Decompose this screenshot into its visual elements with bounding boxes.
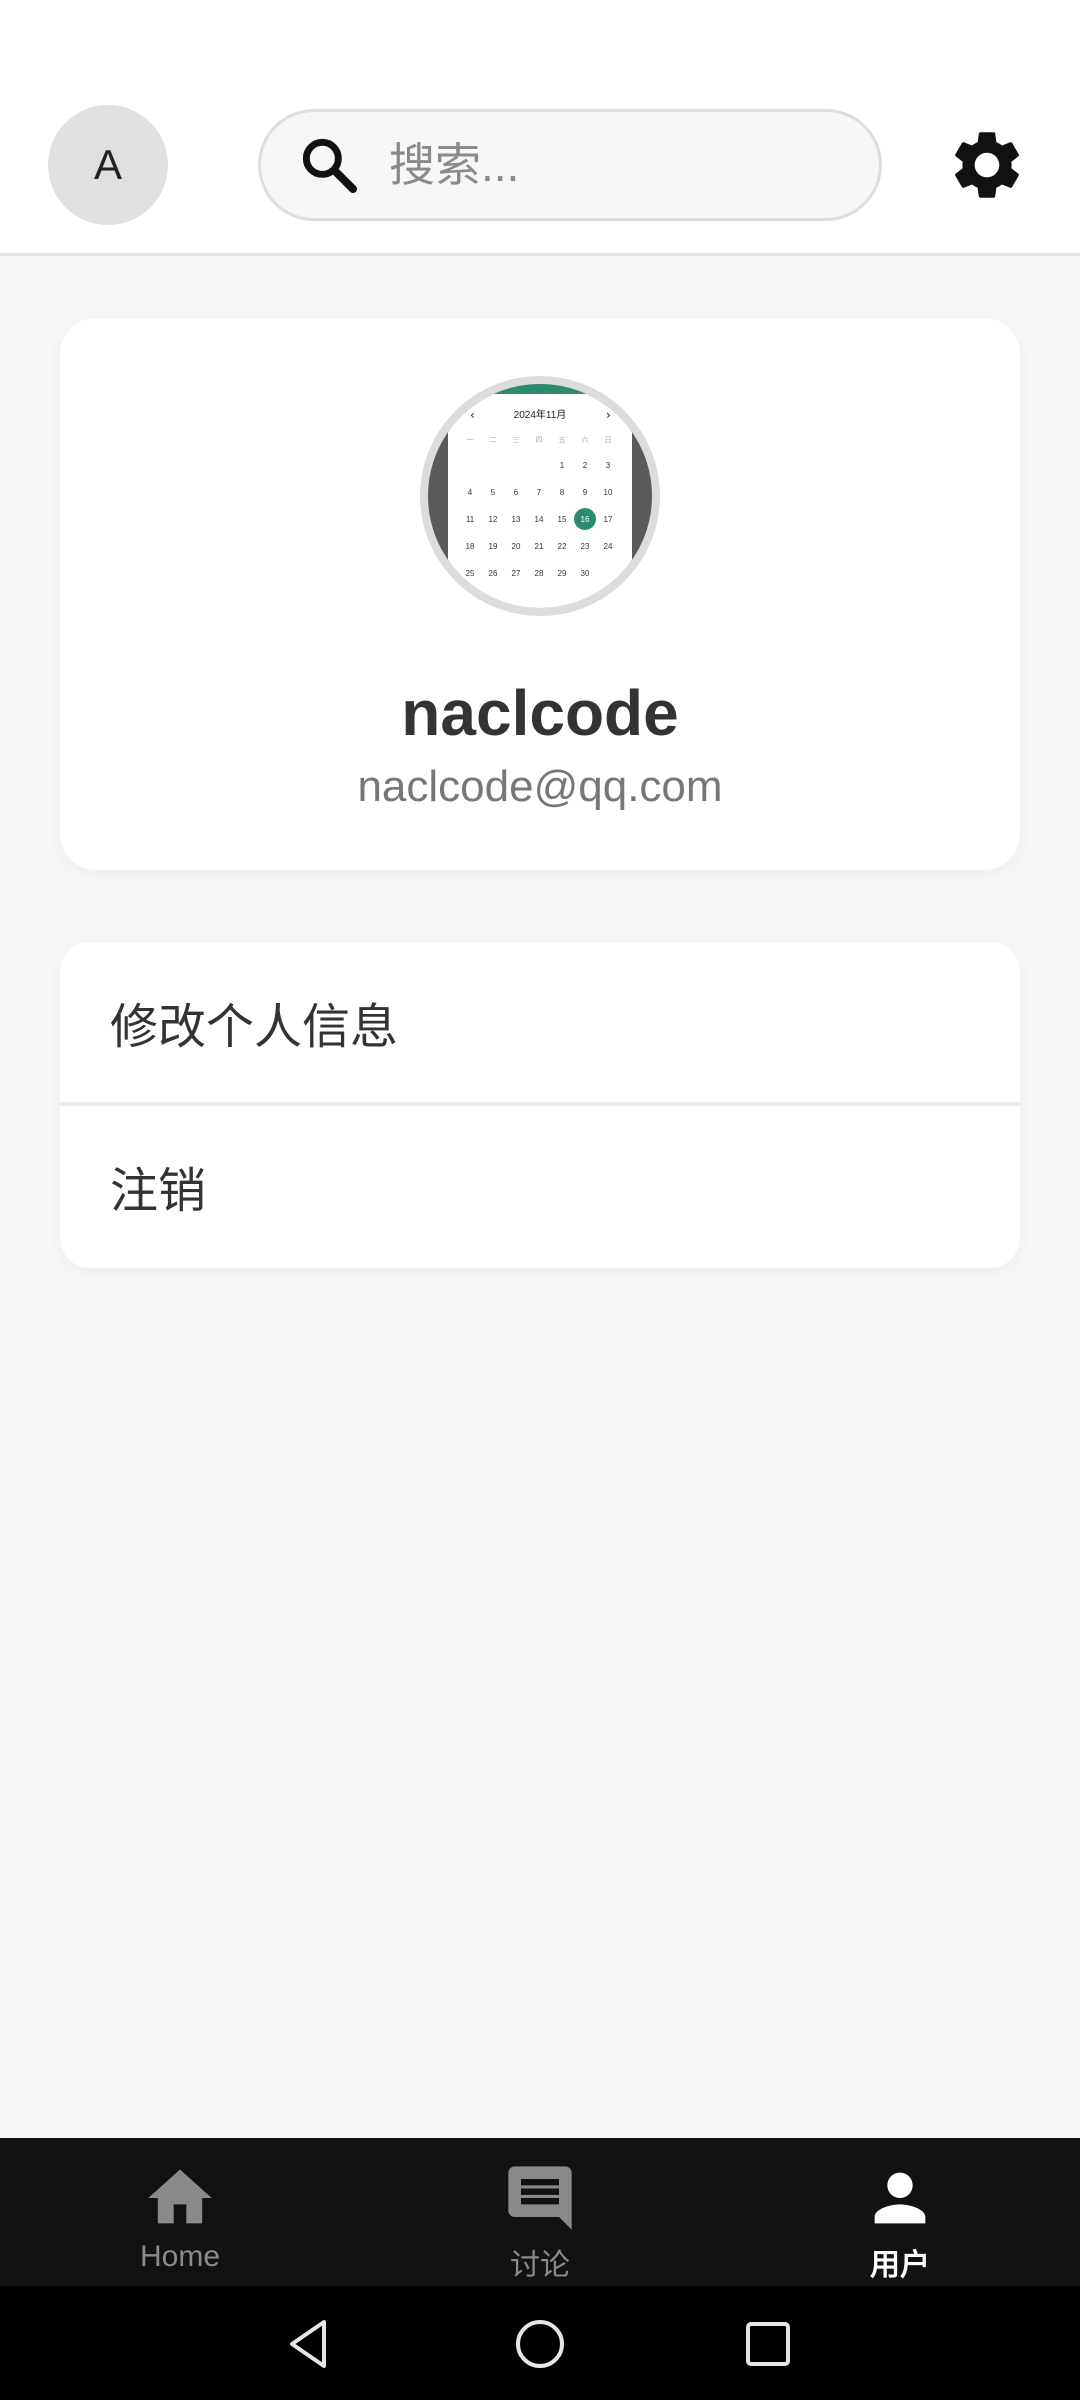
calendar-day: 6 [514, 488, 519, 497]
profile-email: naclcode@qq.com [357, 762, 723, 811]
profile-card: 2024年11月 ‹ › 一二三四五六日 1 2 3 4 5 6 7 8 9 10 11 12 13 14… [60, 318, 1020, 870]
calendar-day: 18 [466, 542, 475, 551]
gear-icon [955, 132, 1019, 198]
calendar-day: 5 [491, 488, 496, 497]
calendar-day: 21 [535, 542, 544, 551]
home-icon [142, 2160, 218, 2236]
calendar-weekday: 五 [559, 436, 566, 444]
nav-item-discuss[interactable]: 讨论 [360, 2138, 720, 2286]
top-app-bar: A [0, 0, 1080, 256]
nav-label-home: Home [139, 2240, 221, 2273]
calendar-day: 29 [558, 569, 567, 578]
search-icon [297, 133, 361, 197]
calendar-weekday: 三 [513, 436, 520, 444]
calendar-avatar-image: 2024年11月 ‹ › 一二三四五六日 1 2 34 5 6 7 8 9 1011 12 13 14… [428, 384, 652, 608]
bottom-navigation: Home 讨论 用户 [0, 2138, 1080, 2286]
calendar-day: 12 [489, 515, 498, 524]
calendar-day: 19 [489, 542, 498, 551]
calendar-day: 1 [560, 461, 565, 470]
calendar-day: 24 [604, 542, 613, 551]
calendar-day: 23 [581, 542, 590, 551]
calendar-day: 10 [604, 488, 613, 497]
calendar-day: 13 [512, 515, 521, 524]
nav-item-user[interactable]: 用户 [720, 2138, 1080, 2286]
calendar-day: 11 [466, 515, 475, 524]
search-input[interactable] [389, 138, 869, 192]
calendar-weekday: 二 [490, 436, 497, 444]
calendar-day: 15 [558, 515, 567, 524]
profile-username: naclcode [401, 677, 679, 749]
nav-item-home[interactable]: Home [0, 2138, 360, 2286]
calendar-next-icon: › [606, 408, 611, 422]
calendar-day: 28 [535, 569, 544, 578]
calendar-day: 22 [558, 542, 567, 551]
back-icon[interactable] [280, 2314, 340, 2374]
calendar-day: 20 [512, 542, 521, 551]
edit-profile-item[interactable]: 修改个人信息 [60, 942, 1020, 1102]
calendar-day: 30 [581, 569, 590, 578]
home-circle-icon[interactable] [510, 2314, 570, 2374]
logout-item[interactable]: 注销 [60, 1106, 1020, 1266]
calendar-prev-icon: ‹ [470, 408, 475, 422]
calendar-title: 2024年11月 [514, 408, 567, 421]
calendar-weekday: 四 [536, 436, 543, 444]
calendar-day: 7 [537, 488, 542, 497]
recent-apps-icon[interactable] [738, 2314, 798, 2374]
calendar-day: 16 [581, 515, 590, 524]
calendar-weekday: 一 [467, 436, 474, 444]
profile-avatar[interactable]: 2024年11月 ‹ › 一二三四五六日 1 2 3 4 5 6 7 8 9 10 11 12 13 14… [420, 376, 660, 616]
nav-label-user: 用户 [870, 2249, 930, 2282]
settings-button[interactable] [946, 124, 1028, 206]
person-icon [862, 2160, 938, 2236]
calendar-header-bar [480, 384, 600, 394]
nav-label-discuss: 讨论 [510, 2249, 570, 2282]
chat-icon [502, 2160, 578, 2236]
account-menu: 修改个人信息 注销 [60, 942, 1020, 1268]
calendar-day: 2 [583, 461, 588, 470]
calendar-day: 17 [604, 515, 613, 524]
avatar-initial: A [93, 141, 122, 188]
calendar-day: 9 [583, 488, 588, 497]
calendar-day: 4 [468, 488, 473, 497]
user-avatar-button[interactable]: A [48, 105, 168, 225]
system-navigation-bar [0, 2286, 1080, 2400]
search-bar[interactable] [258, 109, 882, 221]
calendar-day: 25 [466, 569, 475, 578]
calendar-day: 3 [606, 461, 611, 470]
calendar-day: 27 [512, 569, 521, 578]
calendar-day: 8 [560, 488, 565, 497]
calendar-day: 14 [535, 515, 544, 524]
calendar-day: 26 [489, 569, 498, 578]
calendar-weekday: 日 [605, 436, 612, 444]
calendar-weekday: 六 [582, 435, 589, 444]
